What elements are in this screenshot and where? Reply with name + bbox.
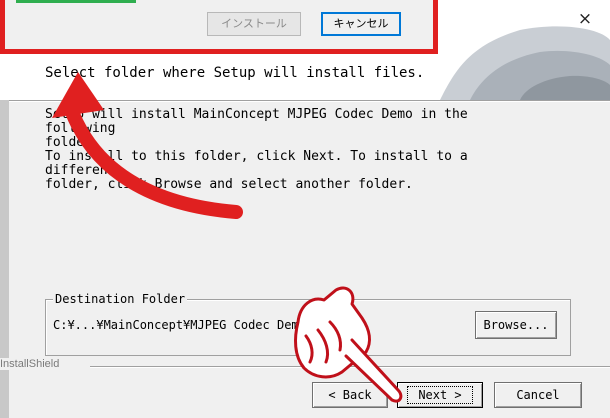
overlay-cancel-button[interactable]: キャンセル bbox=[321, 12, 401, 36]
page-title: Select folder where Setup will install f… bbox=[45, 65, 425, 81]
window-edge bbox=[0, 100, 9, 418]
back-button[interactable]: < Back bbox=[312, 382, 388, 408]
instructions-text: To install to this folder, click Next. T… bbox=[45, 149, 468, 192]
destination-folder-legend: Destination Folder bbox=[53, 292, 188, 306]
next-button[interactable]: Next > bbox=[397, 382, 483, 408]
footer-divider bbox=[90, 366, 610, 368]
browse-button[interactable]: Browse... bbox=[475, 311, 557, 339]
header-divider bbox=[0, 100, 610, 102]
installshield-brand: InstallShield bbox=[0, 358, 64, 370]
destination-path: C:¥...¥MainConcept¥MJPEG Codec Demo bbox=[53, 318, 306, 332]
progress-fragment bbox=[16, 0, 136, 3]
installer-window: × Select folder where Setup will install… bbox=[0, 0, 610, 418]
close-button[interactable]: × bbox=[574, 8, 596, 30]
install-button[interactable]: インストール bbox=[207, 12, 301, 36]
next-button-label: Next > bbox=[407, 386, 473, 404]
install-location-text: Setup will install MainConcept MJPEG Cod… bbox=[45, 107, 468, 150]
cancel-button[interactable]: Cancel bbox=[494, 382, 582, 408]
